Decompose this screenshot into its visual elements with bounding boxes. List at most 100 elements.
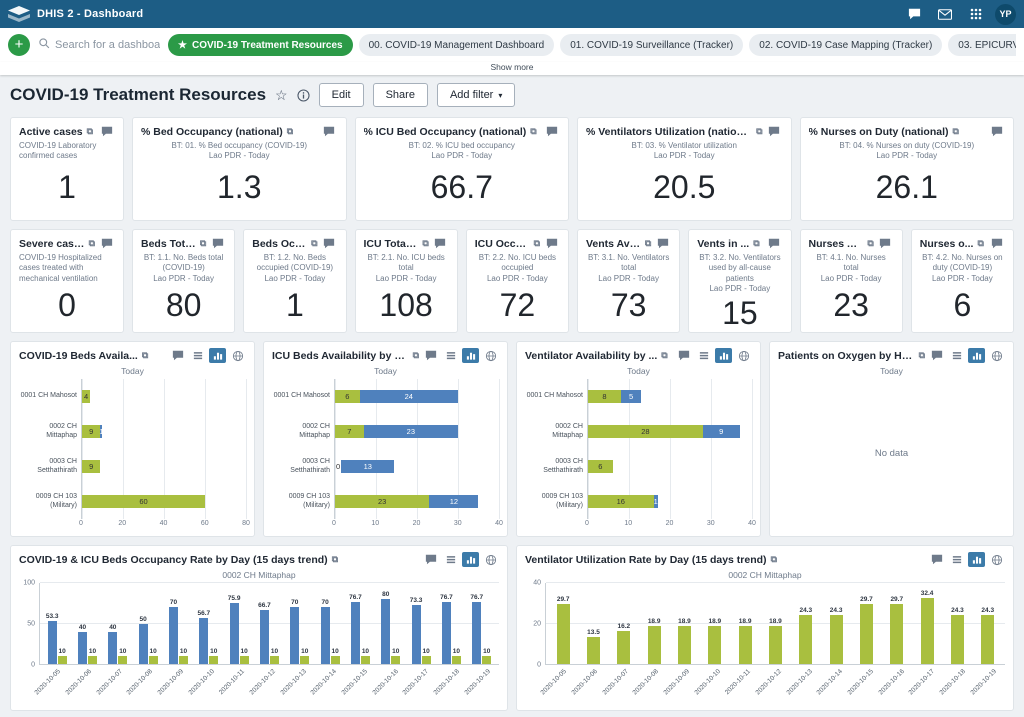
external-link-icon[interactable]: ⧉ bbox=[200, 238, 206, 249]
bar-segment[interactable]: 12 bbox=[429, 495, 478, 508]
map-icon[interactable] bbox=[482, 552, 499, 567]
comment-icon[interactable] bbox=[877, 236, 894, 251]
external-link-icon[interactable]: ⧉ bbox=[332, 554, 338, 565]
comment-icon[interactable] bbox=[654, 236, 671, 251]
comment-icon[interactable] bbox=[321, 236, 338, 251]
dashboard-chip[interactable]: 01. COVID-19 Surveillance (Tracker) bbox=[560, 34, 743, 56]
map-icon[interactable] bbox=[988, 348, 1005, 363]
comment-icon[interactable] bbox=[766, 236, 783, 251]
bar[interactable] bbox=[678, 626, 691, 664]
bar[interactable] bbox=[890, 604, 903, 664]
comment-icon[interactable] bbox=[543, 124, 560, 139]
bar[interactable] bbox=[951, 615, 964, 664]
comment-icon[interactable] bbox=[988, 124, 1005, 139]
dashboard-chip[interactable]: ★COVID-19 Treatment Resources bbox=[168, 34, 353, 56]
map-icon[interactable] bbox=[735, 348, 752, 363]
bar-segment[interactable]: 7 bbox=[335, 425, 364, 438]
info-icon[interactable] bbox=[297, 89, 310, 102]
comment-icon[interactable] bbox=[766, 124, 783, 139]
comment-icon[interactable] bbox=[169, 348, 186, 363]
comment-icon[interactable] bbox=[321, 124, 338, 139]
external-link-icon[interactable]: ⧉ bbox=[89, 238, 95, 249]
bar[interactable] bbox=[381, 599, 390, 664]
edit-button[interactable]: Edit bbox=[319, 83, 364, 107]
comment-icon[interactable] bbox=[98, 236, 115, 251]
comment-icon[interactable] bbox=[928, 552, 945, 567]
bar[interactable] bbox=[179, 656, 188, 664]
comment-icon[interactable] bbox=[209, 236, 226, 251]
bar-segment[interactable]: 1 bbox=[100, 425, 102, 438]
bar[interactable] bbox=[422, 656, 431, 664]
bar[interactable] bbox=[442, 602, 451, 664]
bar-segment[interactable]: 23 bbox=[364, 425, 458, 438]
table-icon[interactable] bbox=[442, 552, 459, 567]
bar-segment[interactable]: 9 bbox=[82, 425, 100, 438]
comment-icon[interactable] bbox=[422, 552, 439, 567]
bar[interactable] bbox=[981, 615, 994, 664]
external-link-icon[interactable]: ⧉ bbox=[756, 126, 762, 137]
bar[interactable] bbox=[331, 656, 340, 664]
bar-segment[interactable]: 9 bbox=[82, 460, 100, 473]
dashboard-chip[interactable]: 03. EPICURVE by Province bbox=[948, 34, 1016, 56]
messages-icon[interactable] bbox=[933, 3, 957, 25]
bar-segment[interactable]: 13 bbox=[341, 460, 394, 473]
bar-segment[interactable]: 5 bbox=[621, 390, 642, 403]
bar[interactable] bbox=[860, 604, 873, 664]
bar[interactable] bbox=[391, 656, 400, 664]
table-icon[interactable] bbox=[695, 348, 712, 363]
comment-icon[interactable] bbox=[928, 348, 945, 363]
external-link-icon[interactable]: ⧉ bbox=[530, 126, 536, 137]
comment-icon[interactable] bbox=[422, 348, 439, 363]
external-link-icon[interactable]: ⧉ bbox=[645, 238, 651, 249]
bar[interactable] bbox=[139, 624, 148, 665]
comment-icon[interactable] bbox=[988, 236, 1005, 251]
bar[interactable] bbox=[769, 626, 782, 664]
bar[interactable] bbox=[300, 656, 309, 664]
bar[interactable] bbox=[108, 632, 117, 664]
external-link-icon[interactable]: ⧉ bbox=[287, 126, 293, 137]
bar[interactable] bbox=[209, 656, 218, 664]
bar[interactable] bbox=[169, 607, 178, 664]
external-link-icon[interactable]: ⧉ bbox=[661, 350, 667, 361]
interpretations-icon[interactable] bbox=[902, 3, 926, 25]
bar[interactable] bbox=[240, 656, 249, 664]
external-link-icon[interactable]: ⧉ bbox=[753, 238, 759, 249]
bar[interactable] bbox=[739, 626, 752, 664]
comment-icon[interactable] bbox=[543, 236, 560, 251]
bar[interactable] bbox=[921, 598, 934, 664]
external-link-icon[interactable]: ⧉ bbox=[413, 350, 419, 361]
share-button[interactable]: Share bbox=[373, 83, 428, 107]
bar-segment[interactable]: 28 bbox=[588, 425, 703, 438]
external-link-icon[interactable]: ⧉ bbox=[771, 554, 777, 565]
external-link-icon[interactable]: ⧉ bbox=[87, 126, 93, 137]
star-icon[interactable]: ☆ bbox=[275, 88, 288, 102]
table-icon[interactable] bbox=[189, 348, 206, 363]
external-link-icon[interactable]: ⧉ bbox=[534, 238, 540, 249]
map-icon[interactable] bbox=[229, 348, 246, 363]
bar[interactable] bbox=[472, 602, 481, 664]
bar[interactable] bbox=[351, 602, 360, 664]
table-icon[interactable] bbox=[948, 552, 965, 567]
bar-segment[interactable]: 16 bbox=[588, 495, 654, 508]
apps-menu-icon[interactable] bbox=[964, 3, 988, 25]
user-avatar[interactable]: YP bbox=[995, 4, 1016, 25]
bar[interactable] bbox=[48, 621, 57, 664]
bar[interactable] bbox=[452, 656, 461, 664]
comment-icon[interactable] bbox=[432, 236, 449, 251]
chart-icon[interactable] bbox=[715, 348, 732, 363]
external-link-icon[interactable]: ⧉ bbox=[867, 238, 873, 249]
external-link-icon[interactable]: ⧉ bbox=[919, 350, 925, 361]
chart-icon[interactable] bbox=[209, 348, 226, 363]
bar-segment[interactable]: 6 bbox=[588, 460, 613, 473]
add-filter-button[interactable]: Add filter ▾ bbox=[437, 83, 515, 107]
chart-icon[interactable] bbox=[968, 552, 985, 567]
chart-icon[interactable] bbox=[462, 348, 479, 363]
bar[interactable] bbox=[230, 603, 239, 664]
bar[interactable] bbox=[88, 656, 97, 664]
bar[interactable] bbox=[149, 656, 158, 664]
bar[interactable] bbox=[648, 626, 661, 664]
bar[interactable] bbox=[557, 604, 570, 664]
bar[interactable] bbox=[58, 656, 67, 664]
bar[interactable] bbox=[78, 632, 87, 664]
bar[interactable] bbox=[799, 615, 812, 664]
